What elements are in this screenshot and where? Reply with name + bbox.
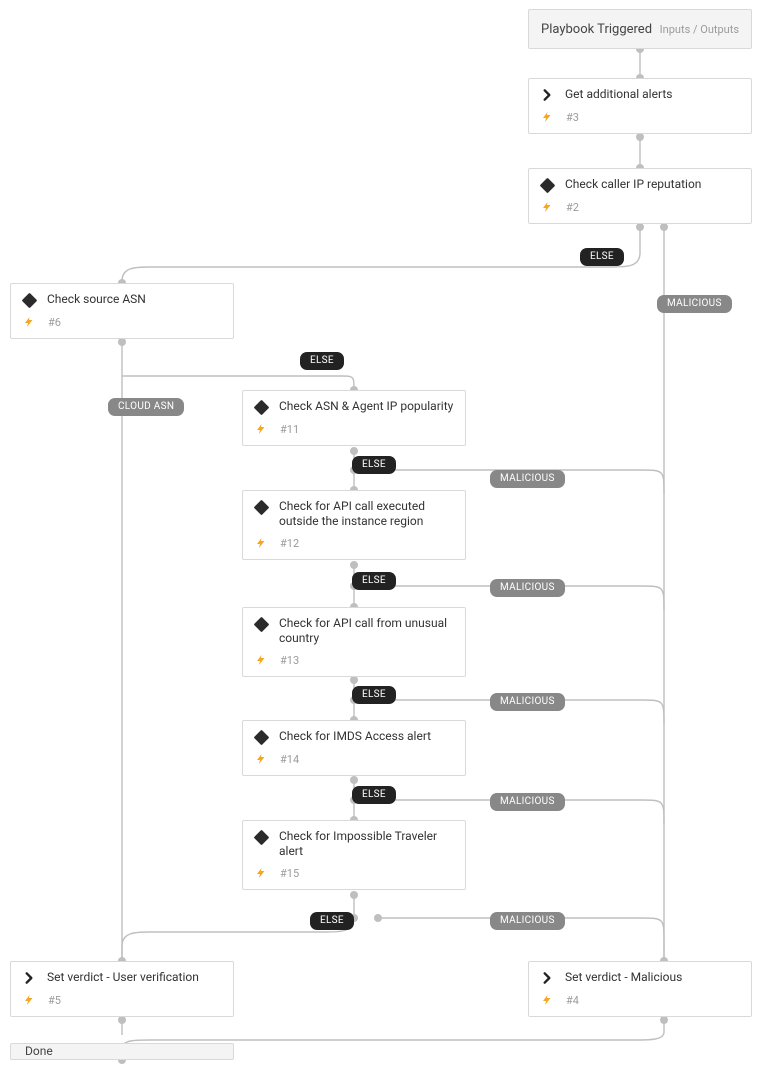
diamond-icon [253,399,269,415]
diagram-canvas: .flow { fill:none; stroke:#bfbfbf; strok… [0,0,759,1079]
node-check-imds-access-alert[interactable]: Check for IMDS Access alert #14 [242,720,466,776]
bolt-icon [253,865,269,881]
branch-label-malicious: MALICIOUS [490,793,565,811]
bolt-icon [539,109,555,125]
node-id: #2 [565,201,579,214]
bolt-icon [21,992,37,1008]
bolt-icon [253,421,269,437]
branch-label-malicious: MALICIOUS [490,912,565,930]
node-check-api-call-unusual-country[interactable]: Check for API call from unusual country … [242,607,466,677]
diamond-icon [253,729,269,745]
chevron-right-icon [21,970,37,986]
node-title: Check caller IP reputation [565,177,701,192]
branch-label-else: ELSE [300,352,344,370]
bolt-icon [539,992,555,1008]
node-id: #12 [279,537,299,550]
node-title: Set verdict - User verification [47,970,199,985]
node-title: Check ASN & Agent IP popularity [279,399,453,414]
node-title: Check source ASN [47,292,146,307]
branch-label-else: ELSE [352,786,396,804]
branch-label-cloud-asn: CLOUD ASN [108,398,184,416]
node-id: #14 [279,753,299,766]
node-id: #11 [279,423,299,436]
diamond-icon [539,177,555,193]
chevron-right-icon [539,970,555,986]
branch-label-else: ELSE [580,248,624,266]
node-title: Check for API call from unusual country [279,616,449,646]
node-get-additional-alerts[interactable]: Get additional alerts #3 [528,78,752,134]
branch-label-malicious: MALICIOUS [490,579,565,597]
node-check-source-asn[interactable]: Check source ASN #6 [10,283,234,339]
done-title: Done [25,1044,53,1059]
node-id: #4 [565,994,579,1007]
node-check-impossible-traveler-alert[interactable]: Check for Impossible Traveler alert #15 [242,820,466,890]
node-title: Check for Impossible Traveler alert [279,829,449,859]
chevron-right-icon [539,87,555,103]
branch-label-malicious: MALICIOUS [657,295,732,313]
node-check-caller-ip-reputation[interactable]: Check caller IP reputation #2 [528,168,752,224]
branch-label-else: ELSE [352,686,396,704]
node-set-verdict-user-verification[interactable]: Set verdict - User verification #5 [10,961,234,1017]
node-title: Set verdict - Malicious [565,970,682,985]
node-check-api-call-outside-region[interactable]: Check for API call executed outside the … [242,490,466,560]
node-title: Get additional alerts [565,87,672,102]
diamond-icon [253,829,269,845]
diamond-icon [253,616,269,632]
bolt-icon [253,535,269,551]
bolt-icon [253,652,269,668]
node-title: Check for API call executed outside the … [279,499,449,529]
done-node[interactable]: Done [10,1043,234,1060]
branch-label-else: ELSE [352,456,396,474]
branch-label-else: ELSE [352,572,396,590]
bolt-icon [21,314,37,330]
trigger-node[interactable]: Playbook Triggered Inputs / Outputs [528,9,752,49]
branch-label-malicious: MALICIOUS [490,693,565,711]
branch-label-else: ELSE [310,912,354,930]
node-id: #6 [47,316,61,329]
diamond-icon [253,499,269,515]
node-id: #5 [47,994,61,1007]
node-id: #13 [279,654,299,667]
node-title: Check for IMDS Access alert [279,729,431,744]
node-check-asn-agent-ip-popularity[interactable]: Check ASN & Agent IP popularity #11 [242,390,466,446]
node-set-verdict-malicious[interactable]: Set verdict - Malicious #4 [528,961,752,1017]
branch-label-malicious: MALICIOUS [490,470,565,488]
node-id: #3 [565,111,579,124]
trigger-meta: Inputs / Outputs [660,23,739,36]
node-id: #15 [279,867,299,880]
diamond-icon [21,292,37,308]
bolt-icon [253,751,269,767]
bolt-icon [539,199,555,215]
trigger-title: Playbook Triggered [541,22,652,37]
